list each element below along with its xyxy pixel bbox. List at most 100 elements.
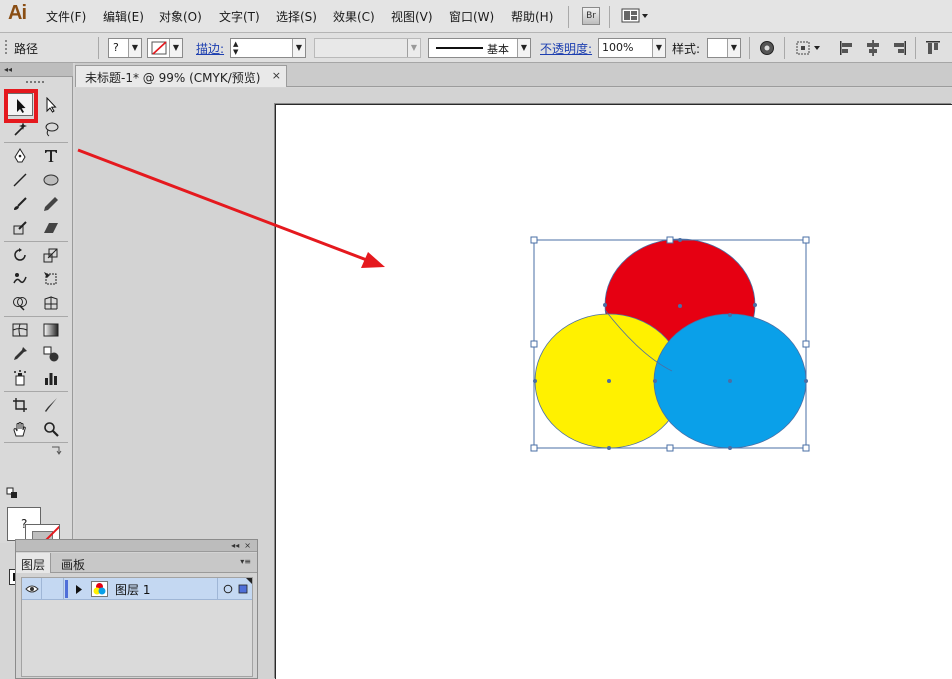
- zoom-tool[interactable]: [38, 417, 64, 440]
- control-separator: [915, 37, 916, 59]
- control-bar: 路径 ? ▼ ▼ 描边: ▲ ▼ ▼ ▼ 基本 ▼ 不透明度: 100% ▼ 样式…: [0, 33, 952, 63]
- pencil-tool[interactable]: [38, 192, 64, 215]
- rotate-icon: [14, 248, 26, 261]
- eyedropper-tool[interactable]: [7, 342, 33, 365]
- menu-select[interactable]: 选择(S): [276, 8, 317, 25]
- document-tab-title: 未标题-1* @ 99% (CMYK/预览): [85, 71, 261, 85]
- chevron-down-icon[interactable]: ▼: [292, 39, 305, 57]
- control-separator: [784, 37, 785, 59]
- close-icon[interactable]: ×: [244, 541, 251, 550]
- document-tab[interactable]: 未标题-1* @ 99% (CMYK/预览) ×: [75, 65, 287, 87]
- mesh-tool[interactable]: [7, 318, 33, 341]
- app-logo: Ai: [8, 2, 27, 24]
- lasso-icon: [45, 122, 59, 137]
- recolor-artwork-icon[interactable]: [758, 39, 776, 57]
- chevron-down-icon[interactable]: ▼: [727, 39, 740, 57]
- layer-name[interactable]: 图层 1: [115, 581, 150, 598]
- panel-menu-icon[interactable]: ▾≡: [240, 557, 251, 566]
- line-segment-tool[interactable]: [7, 168, 33, 191]
- paintbrush-tool[interactable]: [7, 192, 33, 215]
- layer-color-indicator: [65, 580, 68, 598]
- artboard-tool[interactable]: [7, 393, 33, 416]
- fill-swatch-value: ?: [113, 41, 119, 54]
- fill-swatch-dropdown[interactable]: ? ▼: [108, 38, 142, 58]
- chevron-down-icon[interactable]: ▼: [169, 39, 182, 57]
- align-top-icon[interactable]: [924, 39, 942, 57]
- warp-tool[interactable]: [7, 267, 33, 290]
- workspace-switcher-icon[interactable]: [621, 8, 651, 24]
- tools-panel-header[interactable]: ◂◂: [0, 63, 73, 77]
- close-icon[interactable]: ×: [272, 69, 281, 82]
- rotate-tool[interactable]: [7, 243, 33, 266]
- tool-separator: [4, 142, 68, 143]
- chevron-down-icon[interactable]: ▼: [128, 39, 141, 57]
- layers-panel-tabs: 图层 画板 ▾≡: [16, 553, 257, 573]
- stroke-swatch-dropdown[interactable]: ▼: [147, 38, 183, 58]
- variable-width-profile-dropdown[interactable]: ▼: [314, 38, 421, 58]
- perspective-grid-tool[interactable]: [38, 291, 64, 314]
- align-left-icon[interactable]: [838, 39, 856, 57]
- lock-toggle[interactable]: [42, 578, 64, 600]
- menu-object[interactable]: 对象(O): [159, 8, 202, 25]
- eraser-tool[interactable]: [38, 216, 64, 239]
- artboard-icon: [13, 398, 27, 412]
- opacity-field[interactable]: 100% ▼: [598, 38, 666, 58]
- chevron-down-icon[interactable]: ▼: [407, 39, 420, 57]
- menu-view[interactable]: 视图(V): [391, 8, 433, 25]
- menu-type[interactable]: 文字(T): [219, 8, 260, 25]
- align-center-icon[interactable]: [864, 39, 882, 57]
- tab-artboards[interactable]: 画板: [56, 553, 90, 573]
- graphic-style-dropdown[interactable]: ▼: [707, 38, 741, 58]
- magnifier-icon: [44, 422, 59, 437]
- gradient-tool[interactable]: [38, 318, 64, 341]
- selection-square-icon[interactable]: [238, 584, 248, 594]
- blend-tool[interactable]: [38, 342, 64, 365]
- object-type-label: 路径: [14, 42, 39, 56]
- gradient-icon: [43, 323, 59, 337]
- direct-selection-tool[interactable]: [38, 93, 64, 116]
- artboard[interactable]: [275, 104, 952, 679]
- align-right-icon[interactable]: [890, 39, 908, 57]
- symbol-sprayer-tool[interactable]: [7, 366, 33, 389]
- menu-edit[interactable]: 编辑(E): [103, 8, 144, 25]
- opacity-link[interactable]: 不透明度:: [540, 40, 592, 57]
- ellipse-tool[interactable]: [38, 168, 64, 191]
- free-transform-tool[interactable]: [38, 267, 64, 290]
- stroke-weight-field[interactable]: ▲ ▼ ▼: [230, 38, 306, 58]
- hand-tool[interactable]: [7, 417, 33, 440]
- pencil-icon: [44, 197, 58, 211]
- stepper-icon[interactable]: ▲ ▼: [233, 40, 238, 56]
- column-graph-tool[interactable]: [38, 366, 64, 389]
- menu-help[interactable]: 帮助(H): [511, 8, 553, 25]
- selection-tool-highlight: [4, 89, 38, 123]
- slice-tool[interactable]: [38, 393, 64, 416]
- mesh-icon: [12, 323, 28, 337]
- shape-builder-icon: [13, 297, 27, 311]
- transform-reference-icon[interactable]: [795, 39, 823, 57]
- swap-arrows-icon[interactable]: [50, 444, 62, 456]
- pen-tool[interactable]: [7, 144, 33, 167]
- tab-layers[interactable]: 图层: [16, 553, 52, 573]
- free-transform-icon: [44, 272, 57, 285]
- menu-window[interactable]: 窗口(W): [449, 8, 494, 25]
- bridge-button[interactable]: Br: [582, 7, 600, 25]
- shape-builder-tool[interactable]: [7, 291, 33, 314]
- menu-file[interactable]: 文件(F): [46, 8, 86, 25]
- menu-separator: [609, 6, 610, 28]
- brush-definition-dropdown[interactable]: 基本 ▼: [428, 38, 531, 58]
- stroke-link[interactable]: 描边:: [196, 40, 224, 57]
- layer-row[interactable]: 图层 1: [22, 578, 252, 600]
- lasso-tool[interactable]: [38, 117, 64, 140]
- visibility-toggle[interactable]: [22, 578, 42, 600]
- scale-tool[interactable]: [38, 243, 64, 266]
- collapse-panel-button[interactable]: ◂◂: [231, 541, 239, 550]
- blob-brush-tool[interactable]: [7, 216, 33, 239]
- tool-separator: [4, 316, 68, 317]
- default-colors-icon[interactable]: [6, 487, 18, 499]
- chevron-down-icon[interactable]: ▼: [652, 39, 665, 57]
- type-tool[interactable]: [38, 144, 64, 167]
- menu-effect[interactable]: 效果(C): [333, 8, 375, 25]
- expand-triangle-icon[interactable]: [75, 585, 83, 594]
- target-circle-icon[interactable]: [223, 584, 233, 594]
- chevron-down-icon[interactable]: ▼: [517, 39, 530, 57]
